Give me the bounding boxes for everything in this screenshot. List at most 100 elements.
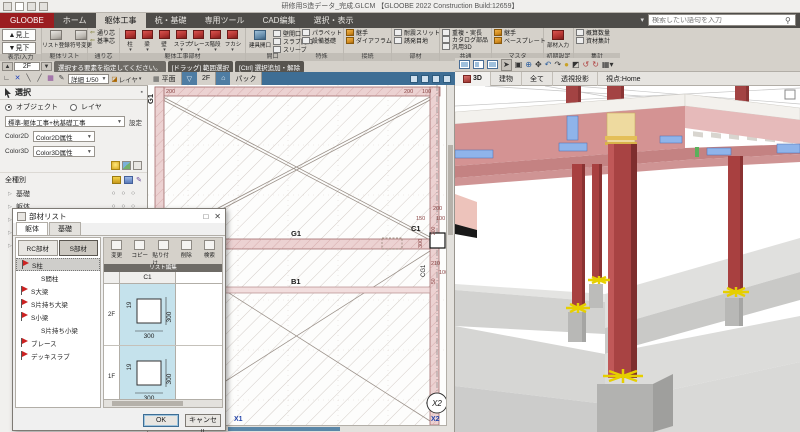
tab-floor-2f[interactable]: 2F [197, 72, 216, 85]
layout-single-icon[interactable] [459, 60, 470, 69]
member-tree-item[interactable]: S柱 [16, 258, 100, 271]
preset-settings-button[interactable]: 設定 [129, 117, 142, 127]
master-button[interactable]: ベースプレート [494, 37, 546, 44]
member-button[interactable]: 壁▾ [156, 29, 173, 52]
redo-icon[interactable]: ↷ [554, 60, 561, 70]
dialog-tool-button[interactable]: 貼り付け [152, 239, 173, 267]
special-button[interactable]: パラペット [302, 29, 342, 36]
snap-grid-icon[interactable]: ▦ [46, 74, 55, 83]
member-tree-item[interactable]: S片持ち大梁 [16, 297, 100, 310]
parts-button[interactable]: 誘発目地 [394, 37, 428, 44]
section-cell[interactable]: 300 300 19 [120, 346, 176, 399]
measure-icon[interactable]: ✎ [57, 74, 66, 83]
view-maximize-icon[interactable] [785, 90, 795, 99]
paint-bucket2-icon[interactable] [124, 176, 133, 184]
radio-layer[interactable] [70, 104, 77, 111]
connect-button[interactable]: ダイアフラム [346, 37, 392, 44]
three-d-canvas[interactable] [455, 86, 800, 432]
view-tool1-icon[interactable] [410, 75, 418, 83]
tab-kutai[interactable]: 躯体 [16, 222, 48, 235]
snap-diag2-icon[interactable]: ╱ [35, 74, 44, 83]
special-button[interactable]: 設備基礎 [302, 37, 336, 44]
viewpoint-label[interactable]: 視点:Home [598, 72, 649, 86]
radio-object[interactable] [5, 104, 12, 111]
dropdown-all[interactable]: 全て [522, 72, 553, 86]
tab-plan[interactable]: ▦平面 [148, 72, 182, 85]
ribbon-button[interactable]: リスト登録 [44, 29, 68, 49]
section-cell[interactable]: 300 300 19 [120, 284, 176, 345]
app-icon[interactable] [3, 2, 12, 11]
common-button[interactable]: 汎用3D [442, 43, 472, 50]
member-button[interactable]: 柱▾ [122, 29, 139, 52]
orbit-right-icon[interactable]: ↻ [592, 60, 599, 70]
ribbon-tab[interactable]: 躯体工事 [96, 13, 146, 28]
member-button[interactable]: 階段▾ [207, 29, 224, 52]
snap-cross-icon[interactable]: ✕ [13, 74, 22, 83]
pan-icon[interactable]: ✥ [535, 60, 542, 70]
dialog-title-bar[interactable]: 部材リスト □✕ [13, 209, 225, 223]
new-file-icon[interactable] [15, 2, 24, 11]
search-box[interactable]: ⚲ [648, 14, 796, 26]
member-tree-item[interactable]: S間柱 [16, 271, 100, 284]
master-button[interactable]: 継手 [494, 29, 516, 36]
dialog-tool-button[interactable]: 検索 [199, 239, 220, 259]
ribbon-pin-icon[interactable]: ▾ [640, 16, 644, 24]
view-tool2-icon[interactable] [421, 75, 429, 83]
layer-button[interactable]: ◪レイヤ▾ [111, 74, 141, 84]
layout-horizontal-icon[interactable] [487, 60, 498, 69]
dialog-tool-button[interactable]: コピー [129, 239, 150, 259]
open-file-icon[interactable] [27, 2, 36, 11]
dialog-close-icon[interactable]: ✕ [214, 212, 221, 221]
column-header-c1[interactable]: C1 [120, 272, 176, 283]
floor-field[interactable]: 2F [14, 62, 40, 71]
dialog-tool-button[interactable]: 変更 [106, 239, 127, 259]
image-filter-icon[interactable] [122, 161, 131, 170]
dialog-hscrollbar[interactable] [104, 399, 222, 407]
ribbon-tab[interactable]: 選択・表示 [304, 13, 362, 28]
select-box-icon[interactable]: ▣ [515, 60, 523, 70]
plan-vscrollbar[interactable] [446, 85, 454, 432]
dropdown-building[interactable]: 建物 [491, 72, 522, 86]
tab-kiso[interactable]: 基礎 [49, 222, 81, 235]
ribbon-tab[interactable]: 専用ツール [196, 13, 254, 28]
category-row[interactable]: ▷基礎○ ○ ○ [0, 187, 147, 200]
view-tool3-icon[interactable] [432, 75, 440, 83]
ribbon-tab[interactable]: ホーム [54, 13, 96, 28]
floor-down-button[interactable]: ▼ [41, 62, 52, 71]
zoom-in-icon[interactable]: ⊕ [525, 60, 532, 70]
connect-button[interactable]: 継手 [346, 29, 368, 36]
member-tree-item[interactable]: デッキスラブ [16, 349, 100, 362]
ribbon-tab[interactable]: 杭・基礎 [146, 13, 196, 28]
rc-member-button[interactable]: RC部材 [18, 240, 58, 256]
scale-combo[interactable]: 詳細 1/50▼ [68, 74, 109, 84]
member-table-row[interactable]: 2F 300 300 19 [104, 284, 222, 346]
visibility-icon[interactable] [111, 161, 120, 170]
paint-bucket-icon[interactable] [112, 176, 121, 184]
select-arrow-icon[interactable]: ➤ [501, 59, 512, 71]
filter-icon[interactable] [133, 161, 142, 170]
s-member-button[interactable]: S部材 [59, 240, 99, 256]
color3d-combo[interactable]: Color3D属性▼ [33, 146, 95, 157]
preset-combo[interactable]: 標準-躯体工事+杭基礎工事▼ [5, 116, 125, 127]
panel-pin-icon[interactable]: ▪ [141, 89, 143, 96]
undo-icon[interactable]: ↶ [545, 60, 552, 70]
tab-3d[interactable]: 3D [455, 72, 491, 86]
total-button[interactable]: 資材集計 [576, 37, 610, 44]
render-icon[interactable]: ◩ [572, 60, 580, 70]
member-button[interactable]: ブレース▾ [190, 29, 207, 52]
look-down-button[interactable]: ▼見下 [2, 42, 36, 54]
save-icon[interactable] [39, 2, 48, 11]
parts-button[interactable]: 耐震スリット [394, 29, 440, 36]
ok-button[interactable]: OK [143, 414, 179, 427]
member-button[interactable]: フカシ▾ [224, 29, 241, 52]
color2d-combo[interactable]: Color2D属性▼ [33, 131, 95, 142]
ribbon-tab[interactable]: CAD編集 [254, 13, 305, 28]
cancel-button[interactable]: キャンセル [185, 414, 221, 427]
look-up-button[interactable]: ▲見上 [2, 29, 36, 41]
edit-pencil-icon[interactable]: ✎ [136, 176, 142, 184]
door-opening-button[interactable]: 建具開口 [248, 29, 272, 49]
member-tree-item[interactable]: S大梁 [16, 284, 100, 297]
member-tree-item[interactable]: S小梁 [16, 310, 100, 323]
snap-diag1-icon[interactable]: ╲ [24, 74, 33, 83]
member-tree-item[interactable]: ブレース [16, 336, 100, 349]
